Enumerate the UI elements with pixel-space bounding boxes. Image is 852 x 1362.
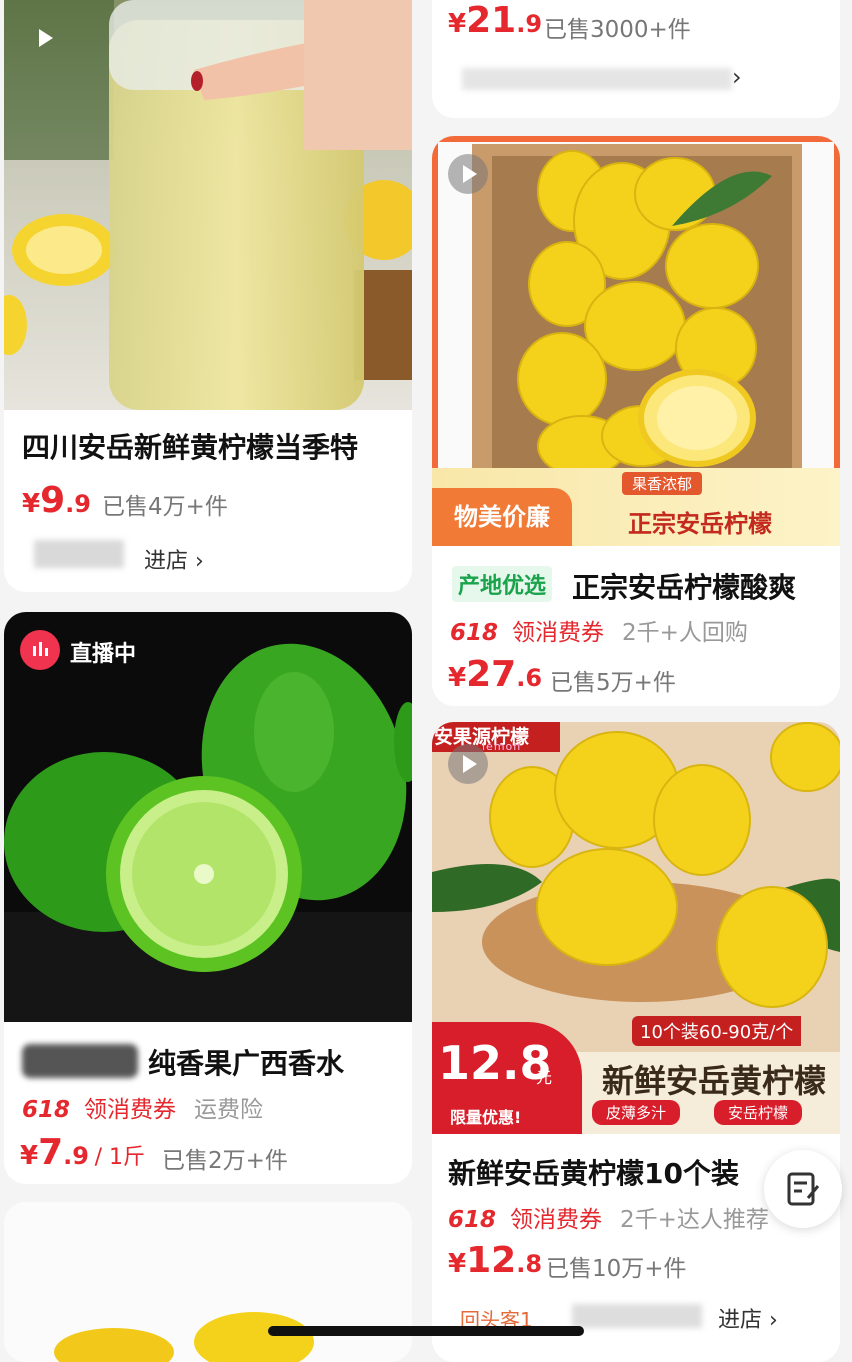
play-icon[interactable] xyxy=(24,18,64,58)
product-image-lemon-plate[interactable]: 安果源柠檬 lemon 10个装60-90克/个 12.8 元 限量优惠! 新鲜… xyxy=(432,722,840,1134)
tag-row: 618 领消费券 2千+人回购 xyxy=(450,613,748,647)
coupon-link[interactable]: 领消费券 xyxy=(512,620,604,646)
play-icon[interactable] xyxy=(448,744,488,784)
product-price: ¥12.8 xyxy=(448,1240,543,1281)
promo-618: 618 xyxy=(448,1207,497,1233)
product-title[interactable]: 四川安岳新鲜黄柠檬当季特 xyxy=(22,426,402,466)
blurred-shop-name xyxy=(462,68,732,90)
promo-618: 618 xyxy=(22,1097,71,1123)
blurred-shop-name xyxy=(572,1304,702,1328)
promo-price: 12.8 xyxy=(438,1036,552,1090)
product-card-guangxi-lime[interactable]: 直播中 纯香果广西香水 618 领消费券 运费险 ¥7.9 / 1斤 已售2万+件 xyxy=(4,612,412,1184)
product-title[interactable]: 新鲜安岳黄柠檬10个装 xyxy=(448,1152,778,1192)
promo-label: 限量优惠! xyxy=(450,1108,522,1127)
banner-right-text: 正宗安岳柠檬 xyxy=(628,510,772,538)
live-badge[interactable]: 直播中 xyxy=(20,630,136,670)
product-card-lemon-sichuan[interactable]: 四川安岳新鲜黄柠檬当季特 ¥9.9 已售4万+件 进店 › xyxy=(4,0,412,592)
brand-corner-sub: lemon xyxy=(482,740,522,753)
product-price: ¥7.9 / 1斤 xyxy=(20,1132,145,1173)
live-label: 直播中 xyxy=(70,642,137,667)
banner-left-badge: 物美价廉 xyxy=(432,488,572,546)
promo-price-badge: 12.8 元 限量优惠! xyxy=(432,1022,582,1134)
product-card-partial-bottom[interactable] xyxy=(4,1202,412,1362)
promo-unit: 元 xyxy=(536,1068,553,1087)
blurred-shop-badge xyxy=(22,1044,138,1078)
poster-title: 新鲜安岳黄柠檬 xyxy=(602,1062,827,1100)
freight-insurance: 运费险 xyxy=(194,1097,264,1123)
product-image-lemon-drink[interactable] xyxy=(4,0,412,410)
sold-count: 已售10万+件 xyxy=(546,1256,687,1282)
price-unit: / 1斤 xyxy=(94,1145,145,1170)
sold-count: 已售2万+件 xyxy=(162,1148,288,1174)
product-card-partial-top[interactable]: ¥21.9 已售3000+件 › xyxy=(432,0,840,118)
product-price: ¥9.9 xyxy=(22,480,91,521)
product-image-partial xyxy=(4,1202,412,1362)
product-image-limes[interactable]: 直播中 xyxy=(4,612,412,1022)
edit-note-icon xyxy=(787,1172,820,1206)
feature-pill-2: 安岳柠檬 xyxy=(714,1100,803,1125)
origin-tag: 产地优选 xyxy=(452,566,553,602)
product-title[interactable]: 纯香果广西香水 xyxy=(148,1042,408,1082)
play-icon[interactable] xyxy=(448,154,488,194)
product-card-anyue-10pack[interactable]: 安果源柠檬 lemon 10个装60-90克/个 12.8 元 限量优惠! 新鲜… xyxy=(432,722,840,1362)
shop-arrow-icon[interactable]: › xyxy=(732,63,742,91)
product-price: ¥27.6 xyxy=(448,654,543,695)
floating-note-button[interactable] xyxy=(764,1150,842,1228)
home-indicator xyxy=(268,1326,584,1336)
banner-strip: 果香浓郁 物美价廉 正宗安岳柠檬 xyxy=(432,468,840,546)
product-price: ¥21.9 xyxy=(448,0,543,41)
enter-shop-link[interactable]: 进店 › xyxy=(718,1302,778,1334)
banner-small-text: 果香浓郁 xyxy=(622,472,703,495)
product-title[interactable]: 正宗安岳柠檬酸爽 xyxy=(572,566,832,606)
promo-618: 618 xyxy=(450,620,499,646)
tag-row: 618 领消费券 运费险 xyxy=(22,1090,263,1124)
blurred-shop-name xyxy=(34,540,124,568)
sold-count: 已售5万+件 xyxy=(550,670,676,696)
product-card-anyue-lemon[interactable]: 果香浓郁 物美价廉 正宗安岳柠檬 产地优选 正宗安岳柠檬酸爽 618 领消费券 2千… xyxy=(432,136,840,706)
feature-pill-1: 皮薄多汁 xyxy=(592,1100,681,1125)
coupon-link[interactable]: 领消费券 xyxy=(510,1207,602,1233)
live-icon xyxy=(20,630,60,670)
product-image-lemon-box[interactable]: 果香浓郁 物美价廉 正宗安岳柠檬 xyxy=(432,136,840,546)
sold-count: 已售3000+件 xyxy=(544,17,691,43)
pack-info: 10个装60-90克/个 xyxy=(632,1016,802,1046)
recommend-count: 2千+达人推荐 xyxy=(620,1207,769,1233)
lime-photo xyxy=(4,612,412,1022)
coupon-link[interactable]: 领消费券 xyxy=(84,1097,176,1123)
tag-row: 618 领消费券 2千+达人推荐 xyxy=(448,1200,769,1234)
enter-shop-link[interactable]: 进店 › xyxy=(144,543,204,575)
lemon-drink-photo xyxy=(4,0,412,410)
sold-count: 已售4万+件 xyxy=(102,494,228,520)
repurchase-count: 2千+人回购 xyxy=(622,620,748,646)
